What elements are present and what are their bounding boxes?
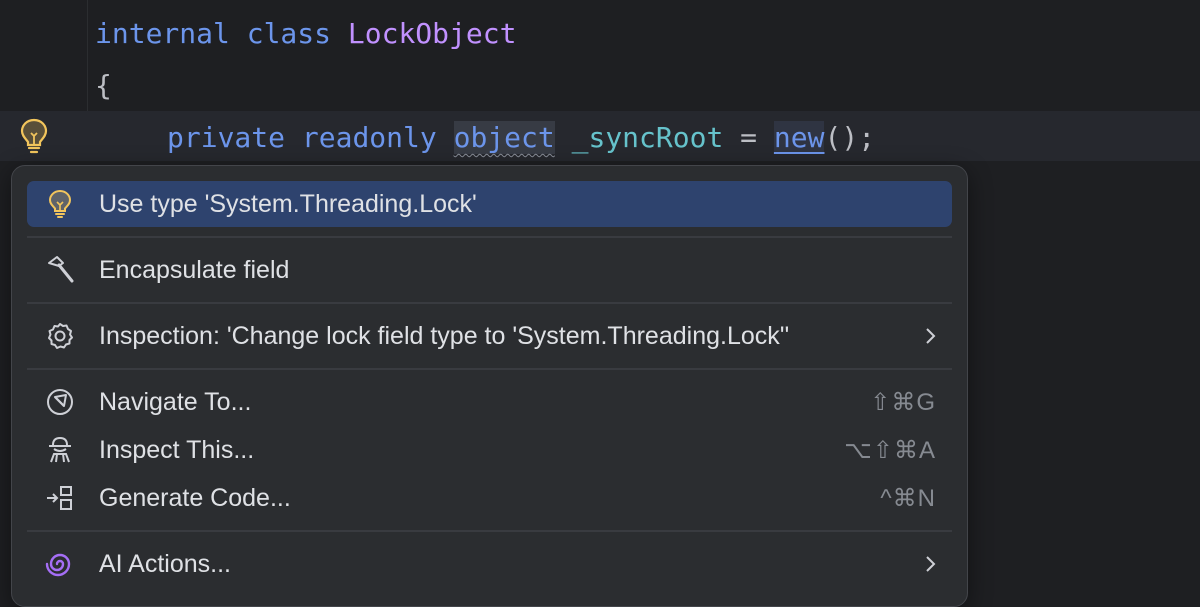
menu-separator [27, 302, 952, 304]
class-name: LockObject [347, 17, 517, 50]
menu-item-generate-code[interactable]: Generate Code... ^⌘N [27, 475, 952, 521]
assignment-operator: = [723, 121, 774, 154]
code-line-field-declaration: private readonly object _syncRoot = new(… [167, 118, 875, 158]
constructor-call-tail: (); [824, 121, 876, 154]
code-line-class-declaration: internal class LockObject [95, 14, 516, 54]
chevron-right-icon [924, 554, 938, 574]
keyword-internal: internal [95, 17, 230, 50]
shortcut-generate-code: ^⌘N [880, 484, 936, 512]
chevron-right-icon [924, 326, 938, 346]
ai-spiral-icon [43, 547, 77, 581]
keyword-class: class [246, 17, 332, 50]
menu-item-inspection[interactable]: Inspection: 'Change lock field type to '… [27, 313, 952, 359]
menu-item-label: Generate Code... [99, 483, 291, 512]
type-object-token[interactable]: object [453, 121, 555, 154]
lightbulb-icon [43, 187, 77, 221]
menu-item-label: Inspection: 'Change lock field type to '… [99, 321, 790, 350]
code-line-open-brace: { [95, 69, 112, 102]
menu-separator [27, 530, 952, 532]
shortcut-inspect-this: ⌥⇧⌘A [844, 436, 936, 464]
keyword-private: private [167, 121, 286, 154]
inspector-icon [43, 433, 77, 467]
menu-item-use-lock-type[interactable]: Use type 'System.Threading.Lock' [27, 181, 952, 227]
gutter-lightbulb-icon[interactable] [18, 117, 50, 155]
menu-item-ai-actions[interactable]: AI Actions... [27, 541, 952, 587]
menu-item-label: AI Actions... [99, 549, 232, 578]
menu-item-inspect-this[interactable]: Inspect This... ⌥⇧⌘A [27, 427, 952, 473]
menu-item-navigate-to[interactable]: Navigate To... ⇧⌘G [27, 379, 952, 425]
compass-icon [43, 385, 77, 419]
menu-item-encapsulate-field[interactable]: Encapsulate field [27, 247, 952, 293]
generate-icon [43, 481, 77, 515]
menu-separator [27, 368, 952, 370]
keyword-readonly: readonly [301, 121, 437, 154]
context-actions-popup: Use type 'System.Threading.Lock' Encapsu… [11, 165, 968, 607]
shortcut-navigate-to: ⇧⌘G [870, 388, 936, 416]
menu-item-label: Encapsulate field [99, 255, 290, 284]
gear-icon [43, 319, 77, 353]
menu-item-label: Navigate To... [99, 387, 252, 416]
hammer-icon [43, 253, 77, 287]
menu-item-label: Inspect This... [99, 435, 255, 464]
keyword-new[interactable]: new [773, 121, 825, 154]
field-name: _syncRoot [571, 121, 724, 154]
menu-item-label: Use type 'System.Threading.Lock' [99, 189, 477, 218]
menu-separator [27, 236, 952, 238]
